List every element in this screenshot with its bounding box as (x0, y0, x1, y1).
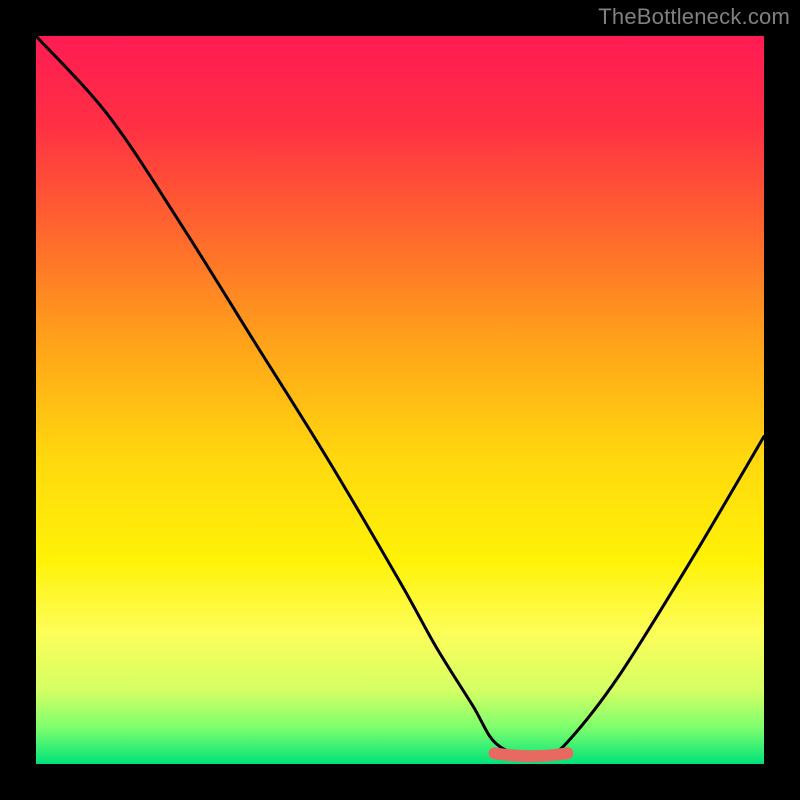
bottleneck-chart (36, 36, 764, 764)
gradient-background (36, 36, 764, 764)
watermark-text: TheBottleneck.com (598, 4, 790, 30)
sweet-spot-marker (495, 753, 568, 756)
chart-container: TheBottleneck.com (0, 0, 800, 800)
plot-area (36, 36, 764, 764)
